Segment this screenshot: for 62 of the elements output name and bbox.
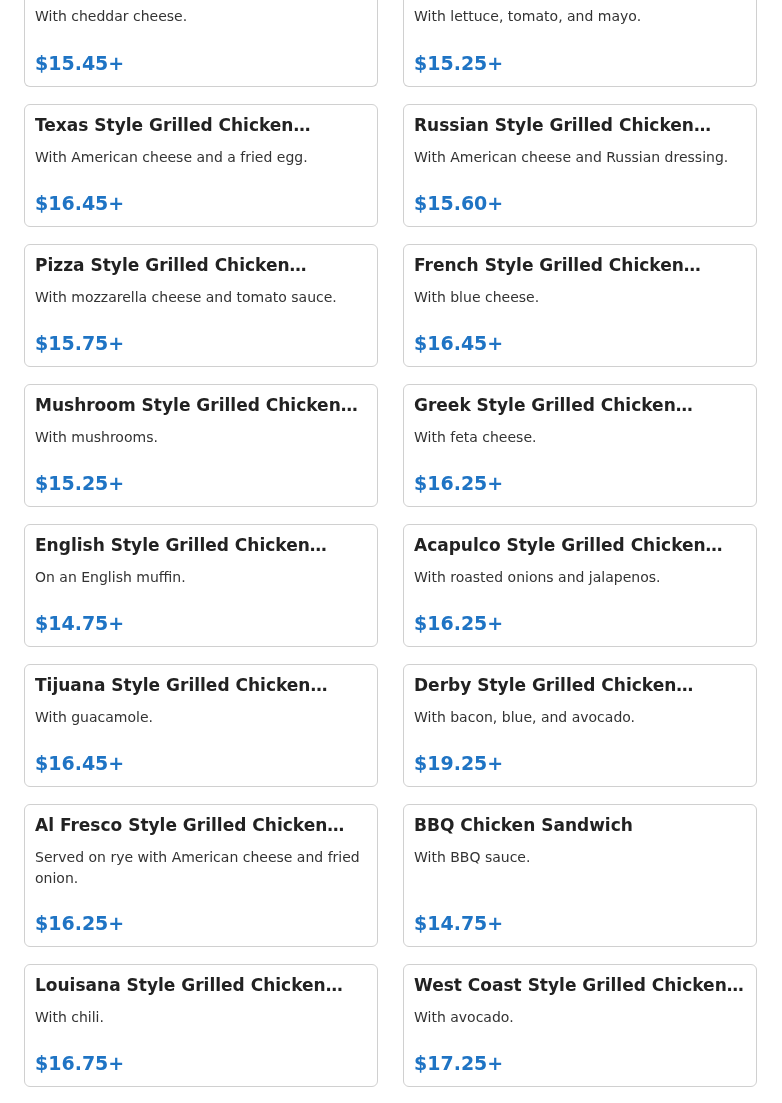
item-title: Mushroom Style Grilled Chicken… [35, 394, 359, 417]
menu-item-card[interactable]: Pizza Style Grilled Chicken… With mozzarella cheese and tomato sauce. $15.75+ [24, 244, 378, 367]
item-description: With avocado. [414, 1008, 515, 1027]
item-description: With American cheese and a fried egg. [35, 148, 309, 167]
menu-item-card[interactable]: Greek Style Grilled Chicken… With feta cheese. $16.25+ [403, 384, 757, 507]
item-description: With BBQ sauce. [414, 848, 532, 867]
item-title: Al Fresco Style Grilled Chicken… [35, 814, 346, 837]
menu-item-card[interactable]: Acapulco Style Grilled Chicken… With roasted onions and jalapenos. $16.25+ [403, 524, 757, 647]
item-price: $15.60+ [414, 191, 505, 215]
item-price: $19.25+ [414, 751, 505, 775]
item-price: $16.45+ [414, 331, 505, 355]
item-title: Texas Style Grilled Chicken… [35, 114, 312, 137]
menu-item-card[interactable]: Tijuana Style Grilled Chicken… With guacamole. $16.45+ [24, 664, 378, 787]
item-description: Served on rye with American cheese and fried onion. [35, 848, 361, 888]
item-price: $14.75+ [35, 611, 126, 635]
item-title: Tijuana Style Grilled Chicken… [35, 674, 329, 697]
item-description: With blue cheese. [414, 288, 541, 307]
item-title: English Style Grilled Chicken… [35, 534, 328, 557]
item-price: $16.25+ [414, 611, 505, 635]
item-description: With lettuce, tomato, and mayo. [414, 7, 643, 26]
menu-item-card[interactable]: BBQ Chicken Sandwich With BBQ sauce. $14.75+ [403, 804, 757, 947]
item-description: With mushrooms. [35, 428, 159, 447]
item-title: Greek Style Grilled Chicken… [414, 394, 694, 417]
menu-item-card[interactable]: English Style Grilled Chicken… On an English muffin. $14.75+ [24, 524, 378, 647]
menu-item-card[interactable]: Derby Style Grilled Chicken… With bacon, blue, and avocado. $19.25+ [403, 664, 757, 787]
item-title: West Coast Style Grilled Chicken… [414, 974, 745, 997]
item-title: Russian Style Grilled Chicken… [414, 114, 712, 137]
item-price: $15.25+ [35, 471, 126, 495]
menu-item-card[interactable]: West Coast Style Grilled Chicken… With avocado. $17.25+ [403, 964, 757, 1087]
item-price: $16.75+ [35, 1051, 126, 1075]
item-description: With mozzarella cheese and tomato sauce. [35, 288, 338, 307]
item-price: $16.25+ [35, 911, 126, 935]
item-price: $16.25+ [414, 471, 505, 495]
item-description: With roasted onions and jalapenos. [414, 568, 662, 587]
item-description: With feta cheese. [414, 428, 538, 447]
item-price: $15.45+ [35, 51, 126, 75]
item-price: $14.75+ [414, 911, 505, 935]
item-price: $16.45+ [35, 751, 126, 775]
menu-item-card[interactable]: With lettuce, tomato, and mayo. $15.25+ [403, 0, 757, 87]
menu-item-card[interactable]: With cheddar cheese. $15.45+ [24, 0, 378, 87]
item-title: Acapulco Style Grilled Chicken… [414, 534, 724, 557]
item-title: Louisana Style Grilled Chicken… [35, 974, 344, 997]
item-description: On an English muffin. [35, 568, 187, 587]
item-price: $15.25+ [414, 51, 505, 75]
menu-item-card[interactable]: Mushroom Style Grilled Chicken… With mushrooms. $15.25+ [24, 384, 378, 507]
item-description: With American cheese and Russian dressing. [414, 148, 730, 167]
item-title: BBQ Chicken Sandwich [414, 814, 634, 837]
item-description: With guacamole. [35, 708, 154, 727]
menu-item-card[interactable]: Texas Style Grilled Chicken… With American cheese and a fried egg. $16.45+ [24, 104, 378, 227]
item-description: With chili. [35, 1008, 105, 1027]
item-price: $17.25+ [414, 1051, 505, 1075]
item-title: Pizza Style Grilled Chicken… [35, 254, 308, 277]
menu-item-card[interactable]: Al Fresco Style Grilled Chicken… Served on rye with American cheese and fried onion. $16.25+ [24, 804, 378, 947]
menu-item-card[interactable]: Louisana Style Grilled Chicken… With chili. $16.75+ [24, 964, 378, 1087]
item-price: $16.45+ [35, 191, 126, 215]
menu-item-card[interactable]: French Style Grilled Chicken… With blue cheese. $16.45+ [403, 244, 757, 367]
menu-item-card[interactable]: Russian Style Grilled Chicken… With American cheese and Russian dressing. $15.60+ [403, 104, 757, 227]
item-price: $15.75+ [35, 331, 126, 355]
item-title: Derby Style Grilled Chicken… [414, 674, 695, 697]
item-description: With bacon, blue, and avocado. [414, 708, 637, 727]
item-title: French Style Grilled Chicken… [414, 254, 702, 277]
item-description: With cheddar cheese. [35, 7, 189, 26]
